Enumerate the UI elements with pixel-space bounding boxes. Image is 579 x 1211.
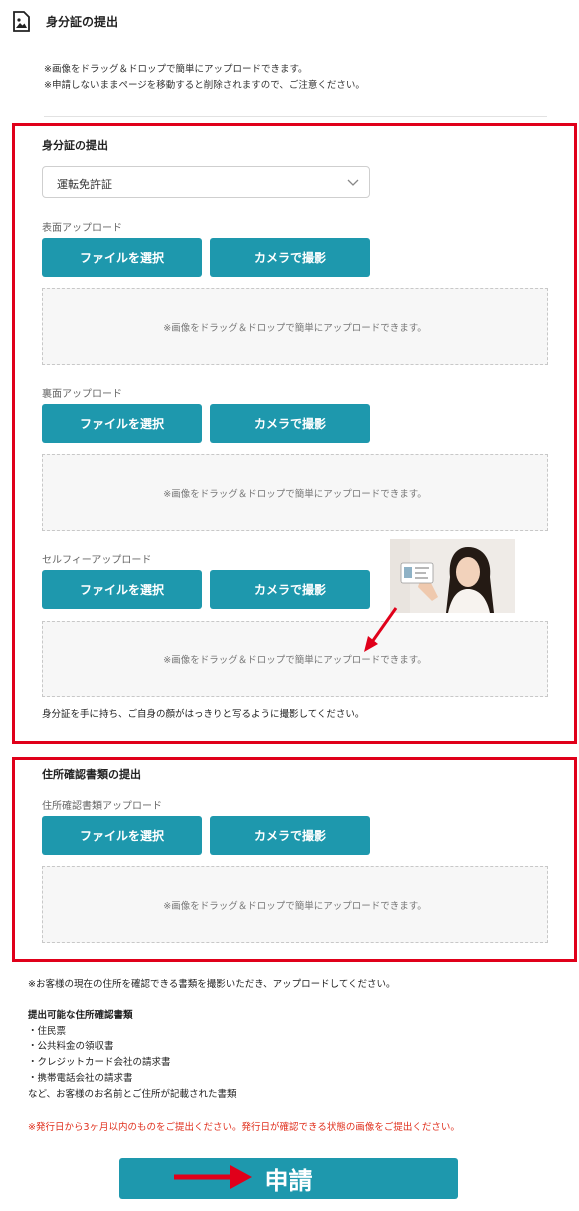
drag-drop-note: ※画像をドラッグ＆ドロップで簡単にアップロードできます。: [44, 64, 308, 75]
selfie-example-photo: [390, 539, 515, 613]
list-item: ・公共料金の領収書: [28, 1041, 114, 1052]
front-file-select-button[interactable]: ファイルを選択: [42, 238, 202, 277]
submit-button-label: 申請: [264, 1167, 313, 1195]
back-upload-label: 裏面アップロード: [42, 389, 122, 400]
id-section-title: 身分証の提出: [42, 139, 108, 152]
list-item: ・携帯電話会社の請求書: [28, 1073, 133, 1084]
list-item: ・クレジットカード会社の請求書: [28, 1057, 171, 1068]
selfie-upload-label: セルフィーアップロード: [42, 555, 152, 566]
submit-button[interactable]: 申請: [119, 1158, 458, 1199]
front-upload-label: 表面アップロード: [42, 223, 122, 234]
document-type-select[interactable]: 運転免許証: [42, 166, 370, 198]
list-item: ・住民票: [28, 1026, 67, 1037]
selfie-dropzone[interactable]: ※画像をドラッグ＆ドロップで簡単にアップロードできます。: [42, 621, 548, 697]
chevron-down-icon: [347, 179, 359, 186]
selfie-file-select-button[interactable]: ファイルを選択: [42, 570, 202, 609]
arrow-icon: [364, 607, 398, 652]
address-camera-button[interactable]: カメラで撮影: [210, 816, 370, 855]
page-title: 身分証の提出: [46, 15, 119, 29]
address-file-select-button[interactable]: ファイルを選択: [42, 816, 202, 855]
front-camera-button[interactable]: カメラで撮影: [210, 238, 370, 277]
validity-warning: ※発行日から3ヶ月以内のものをご提出ください。発行日が確認できる状態の画像をご提…: [28, 1122, 460, 1133]
front-dropzone[interactable]: ※画像をドラッグ＆ドロップで簡単にアップロードできます。: [42, 288, 548, 365]
address-docs-footer: など、お客様のお名前とご住所が記載された書類: [28, 1089, 237, 1100]
arrow-icon: [174, 1165, 252, 1189]
back-dropzone[interactable]: ※画像をドラッグ＆ドロップで簡単にアップロードできます。: [42, 454, 548, 531]
leave-page-warning: ※申請しないままページを移動すると削除されますので、ご注意ください。: [44, 80, 365, 91]
address-section-title: 住所確認書類の提出: [42, 768, 141, 781]
divider: [44, 116, 547, 117]
back-file-select-button[interactable]: ファイルを選択: [42, 404, 202, 443]
address-docs-title: 提出可能な住所確認書類: [28, 1010, 133, 1021]
address-dropzone[interactable]: ※画像をドラッグ＆ドロップで簡単にアップロードできます。: [42, 866, 548, 943]
selfie-camera-button[interactable]: カメラで撮影: [210, 570, 370, 609]
back-camera-button[interactable]: カメラで撮影: [210, 404, 370, 443]
image-file-icon: [13, 11, 30, 32]
address-upload-label: 住所確認書類アップロード: [42, 801, 162, 812]
address-note: ※お客様の現在の住所を確認できる書類を撮影いただき、アップロードしてください。: [28, 979, 396, 990]
document-type-value: 運転免許証: [57, 178, 112, 191]
selfie-hint: 身分証を手に持ち、ご自身の顔がはっきりと写るように撮影してください。: [42, 709, 365, 720]
